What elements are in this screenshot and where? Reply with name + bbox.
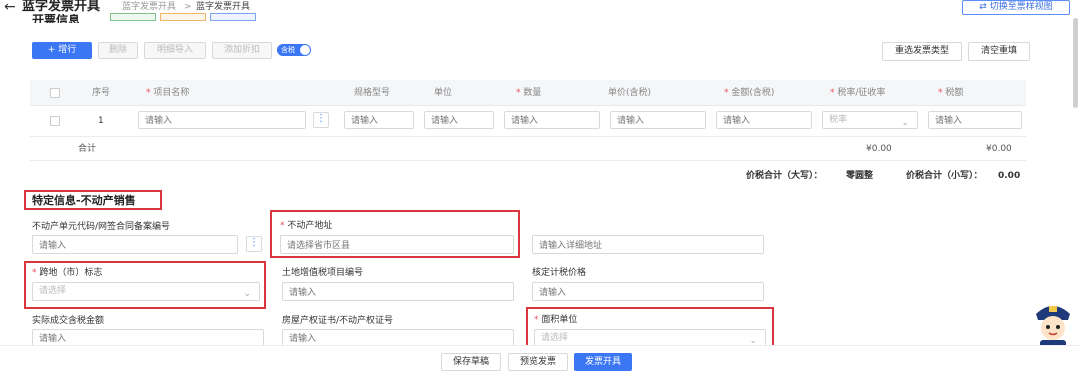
cross-region-placeholder: 请选择: [39, 286, 67, 296]
qty-input[interactable]: [504, 111, 600, 129]
preview-invoice-button[interactable]: 预览发票: [508, 353, 568, 371]
th-amount-text: 金额(含税): [731, 88, 775, 98]
invoice-tag-1: [110, 13, 156, 21]
th-amount: * 金额(含税): [724, 88, 775, 98]
clear-refill-button[interactable]: 清空重填: [968, 42, 1030, 61]
row-divider: [30, 136, 1026, 137]
item-name-input[interactable]: [138, 111, 306, 129]
cross-region-label: * 跨地（市）标志: [32, 268, 103, 278]
sum-upper-value: 零圆整: [846, 171, 874, 181]
address-label: * 不动产地址: [280, 221, 333, 231]
area-unit-label: * 面积单位: [534, 315, 578, 325]
th-price: 单价(含税): [608, 88, 652, 98]
amount-input[interactable]: [716, 111, 812, 129]
th-unit: 单位: [434, 88, 453, 98]
address-region-select[interactable]: [280, 235, 514, 254]
back-arrow-icon[interactable]: ←: [4, 0, 16, 14]
page-title: 蓝字发票开具: [22, 0, 101, 14]
th-tax-rate-text: 税率/征收率: [837, 88, 886, 98]
breadcrumb-separator: >: [184, 2, 192, 12]
toggle-knob: [300, 45, 310, 55]
verified-price-label: 核定计税价格: [532, 268, 587, 278]
tax-rate-placeholder: 税率: [829, 115, 848, 125]
save-draft-button[interactable]: 保存草稿: [441, 353, 501, 371]
row-checkbox[interactable]: [50, 116, 60, 126]
scrollbar[interactable]: [1073, 18, 1078, 108]
th-tax-rate: * 税率/征收率: [830, 88, 886, 98]
tax-included-toggle[interactable]: 含税: [277, 44, 311, 56]
total-divider: [30, 160, 1026, 161]
total-label: 合计: [78, 144, 97, 154]
delete-button[interactable]: 删除: [98, 42, 138, 59]
th-item-name-text: 项目名称: [153, 88, 190, 98]
breadcrumb-item-1[interactable]: 蓝字发票开具: [122, 2, 176, 12]
th-qty: * 数量: [516, 88, 542, 98]
sum-upper-label: 价税合计（大写）：: [746, 171, 823, 181]
add-row-button[interactable]: + 增行: [32, 42, 92, 59]
unit-code-label: 不动产单元代码/网签合同备案编号: [32, 222, 171, 232]
sum-lower-label: 价税合计（小写）：: [906, 171, 983, 181]
unit-code-more-button[interactable]: ⋮: [246, 236, 262, 252]
cross-region-select[interactable]: 请选择 ⌄: [32, 282, 260, 301]
address-label-text: 不动产地址: [287, 221, 333, 231]
import-detail-button[interactable]: 明细导入: [144, 42, 206, 59]
add-discount-button[interactable]: 添加折扣: [212, 42, 272, 59]
area-unit-placeholder: 请选择: [541, 333, 569, 343]
th-spec: 规格型号: [354, 88, 391, 98]
tax-input[interactable]: [928, 111, 1022, 129]
cross-region-label-text: 跨地（市）标志: [39, 268, 103, 278]
unit-input[interactable]: [424, 111, 494, 129]
total-tax: ¥0.00: [986, 144, 1012, 154]
spec-input[interactable]: [344, 111, 414, 129]
breadcrumb-item-current: 蓝字发票开具: [196, 2, 251, 12]
th-tax: * 税额: [938, 88, 964, 98]
area-unit-label-text: 面积单位: [541, 315, 578, 325]
chevron-down-icon: ⌄: [901, 118, 909, 128]
verified-price-input[interactable]: [532, 282, 764, 301]
price-input[interactable]: [610, 111, 706, 129]
sum-lower-value: 0.00: [998, 171, 1021, 181]
tax-included-label: 含税: [281, 46, 295, 54]
tax-rate-select[interactable]: 税率 ⌄: [822, 111, 918, 129]
th-index: 序号: [92, 88, 111, 98]
invoice-info-title: 开票信息: [32, 14, 81, 23]
land-vat-input[interactable]: [282, 282, 514, 301]
reselect-type-button[interactable]: 重选发票类型: [882, 42, 962, 61]
unit-code-input[interactable]: [32, 235, 238, 254]
issue-invoice-button[interactable]: 发票开具: [574, 353, 632, 371]
address-detail-input[interactable]: [532, 235, 764, 254]
switch-view-button[interactable]: ⇄ 切换至票样视图: [962, 0, 1070, 15]
th-item-name: * 项目名称: [146, 88, 190, 98]
cert-label: 房屋产权证书/不动产权证号: [282, 316, 394, 326]
th-tax-text: 税额: [945, 88, 964, 98]
actual-amount-label: 实际成交含税金额: [32, 316, 105, 326]
land-vat-label: 土地增值税项目编号: [282, 268, 364, 278]
total-amount: ¥0.00: [866, 144, 892, 154]
invoice-tag-3: [210, 13, 256, 21]
invoice-tag-2: [160, 13, 206, 21]
select-all-checkbox[interactable]: [50, 88, 60, 98]
item-more-button[interactable]: ⋮: [313, 112, 329, 128]
special-section-title: 特定信息-不动产销售: [32, 194, 136, 207]
th-qty-text: 数量: [523, 88, 542, 98]
row-index: 1: [98, 116, 104, 126]
chevron-down-icon: ⌄: [243, 289, 251, 299]
